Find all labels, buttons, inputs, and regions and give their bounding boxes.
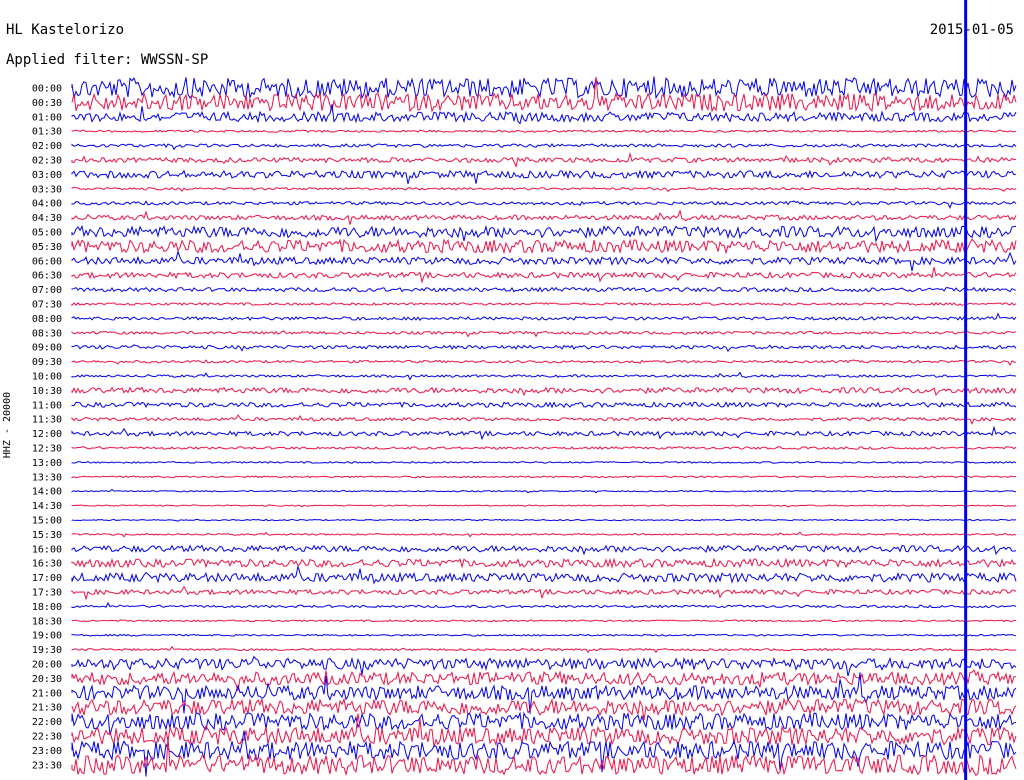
seismic-trace [71,249,1017,272]
time-tick-label: 20:30 [32,674,62,685]
time-tick-label: 00:30 [32,98,62,109]
seismic-trace [71,711,1017,736]
time-tick-label: 17:30 [32,588,62,599]
time-tick-label: 17:00 [32,573,62,584]
seismic-trace [71,401,1017,409]
time-tick-label: 21:00 [32,688,62,699]
time-tick-label: 06:30 [32,271,62,282]
seismic-trace [71,302,1017,307]
time-tick-label: 08:30 [32,328,62,339]
time-tick-label: 04:00 [32,199,62,210]
time-tick-label: 09:00 [32,343,62,354]
time-tick-label: 06:00 [32,256,62,267]
time-tick-label: 14:00 [32,487,62,498]
seismic-trace [71,645,1016,654]
time-tick-label: 11:30 [32,415,62,426]
seismic-trace [71,200,1017,209]
seismic-trace [71,104,1017,125]
seismic-trace [71,330,1017,338]
time-tick-label: 16:30 [32,559,62,570]
seismic-trace [71,488,1017,494]
seismic-trace [71,267,1017,284]
time-tick-label: 05:30 [32,242,62,253]
time-tick-label: 14:30 [32,501,62,512]
time-tick-label: 08:00 [32,314,62,325]
seismic-trace [71,672,1017,714]
time-tick-label: 16:00 [32,544,62,555]
time-tick-label: 02:30 [32,156,62,167]
time-tick-label: 03:00 [32,170,62,181]
seismic-trace [71,186,1017,193]
seismic-trace [71,619,1017,623]
seismic-trace [71,129,1017,133]
time-tick-label: 22:00 [32,717,62,728]
seismic-trace [71,312,1017,321]
seismic-trace [71,737,1017,777]
seismic-trace [71,143,1017,151]
time-tick-label: 07:00 [32,285,62,296]
time-tick-label: 07:30 [32,300,62,311]
time-tick-label: 01:00 [32,112,62,123]
time-tick-label: 00:00 [32,84,62,95]
seismic-trace [71,557,1017,569]
time-tick-label: 23:30 [32,760,62,771]
seismic-trace [71,504,1017,508]
seismic-trace [71,669,1017,691]
time-tick-label: 13:30 [32,472,62,483]
time-tick-label: 15:00 [32,516,62,527]
seismic-trace [71,238,1017,255]
seismic-trace [71,566,1017,585]
seismic-trace [71,601,1017,609]
time-tick-label: 12:00 [32,429,62,440]
time-tick-label: 13:00 [32,458,62,469]
time-tick-label: 18:30 [32,616,62,627]
seismic-trace [71,209,1017,225]
seismic-trace [71,730,1017,777]
time-tick-label: 03:30 [32,184,62,195]
time-tick-label: 09:30 [32,357,62,368]
seismic-trace [71,414,1017,425]
seismic-trace [71,460,1017,464]
seismic-trace [71,531,1017,538]
seismic-trace [71,697,1017,721]
seismic-trace [71,518,1017,522]
seismic-trace [71,544,1017,556]
helicorder-plot: 00:00 00:30 01:00 01:30 02:00 02:30 03:00 03:30… [32,0,1017,780]
seismic-trace [71,371,1017,381]
time-tick-label: 19:00 [32,631,62,642]
time-tick-label: 01:30 [32,127,62,138]
time-tick-label: 21:30 [32,703,62,714]
time-tick-label: 04:30 [32,213,62,224]
time-tick-label: 19:30 [32,645,62,656]
seismic-trace [71,446,1017,450]
time-tick-label: 12:30 [32,444,62,455]
time-tick-label: 20:00 [32,660,62,671]
time-tick-label: 15:30 [32,530,62,541]
seismic-trace [71,713,1017,748]
seismic-trace [71,425,1017,441]
seismic-trace [71,344,1017,353]
time-tick-label: 18:00 [32,602,62,613]
time-tick-label: 11:00 [32,400,62,411]
seismic-trace [71,169,1017,185]
time-tick-label: 22:30 [32,732,62,743]
time-tick-label: 10:30 [32,386,62,397]
seismic-trace [71,224,1017,243]
time-tick-label: 10:00 [32,372,62,383]
seismic-trace [71,151,1017,168]
seismic-trace [71,475,1017,479]
seismic-trace [71,633,1017,637]
time-tick-label: 02:00 [32,141,62,152]
seismic-trace [71,286,1017,293]
seismic-trace [71,585,1017,601]
time-tick-label: 23:00 [32,746,62,757]
seismic-trace [71,359,1017,367]
seismic-trace [71,386,1017,397]
time-tick-label: 05:00 [32,228,62,239]
